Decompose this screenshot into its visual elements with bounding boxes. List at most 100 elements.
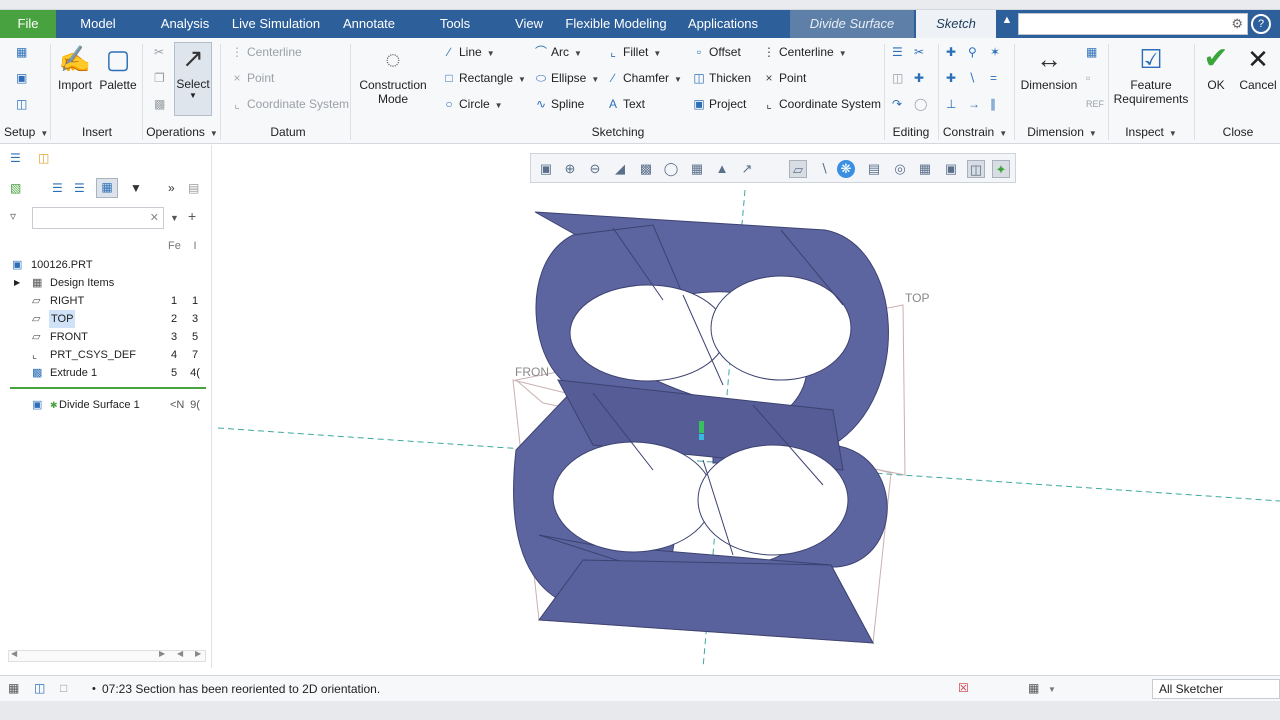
sketch-point-button[interactable]: × Point <box>762 70 806 86</box>
palette-button[interactable]: ▢ Palette <box>98 44 138 92</box>
tree-horizontal-scrollbar[interactable]: ◀ ▶ ◀ ▶ <box>8 649 206 662</box>
scroll-right-icon[interactable]: ▶ <box>195 649 201 658</box>
datum-point-button[interactable]: × Point <box>230 70 274 86</box>
coincident-constraint-icon[interactable]: → <box>968 96 980 112</box>
tab-view[interactable]: View <box>508 10 550 38</box>
reference-dimension-icon[interactable]: REF <box>1086 96 1104 112</box>
layer-icon[interactable]: ▧ <box>10 180 21 196</box>
find-icon[interactable]: ▦ <box>1028 680 1039 696</box>
datum-centerline-button[interactable]: ⋮ Centerline <box>230 44 302 60</box>
perimeter-icon[interactable]: ▫ <box>1086 70 1090 86</box>
tree-filter-input[interactable]: ✕ <box>32 207 164 229</box>
help-icon[interactable]: ? <box>1251 14 1271 34</box>
group-operations[interactable]: Operations ▼ <box>146 123 218 141</box>
tab-model[interactable]: Model <box>66 10 130 38</box>
construction-mode-button[interactable]: ◌ Construction Mode <box>356 44 430 106</box>
feature-requirements-button[interactable]: ☑ Feature Requirements <box>1112 44 1190 106</box>
dimension-button[interactable]: ↔ Dimension <box>1018 44 1080 92</box>
gear-icon[interactable]: ⚙ <box>1231 16 1243 32</box>
tab-analysis[interactable]: Analysis <box>152 10 218 38</box>
tab-annotate[interactable]: Annotate <box>336 10 402 38</box>
sketch-coordinate-system-button[interactable]: ⌞ Coordinate System <box>762 96 881 112</box>
sketch-setup-icon[interactable]: ▦ <box>16 44 27 60</box>
tree-row-top[interactable]: ▱ TOP 2 3 <box>0 310 208 328</box>
circle-button[interactable]: ○ Circle ▼ <box>442 96 502 114</box>
rectangle-button[interactable]: □ Rectangle ▼ <box>442 70 526 88</box>
scroll-left-icon[interactable]: ◀ <box>177 649 183 658</box>
command-search-input[interactable]: ⚙ <box>1018 13 1248 35</box>
tree-row-design-items[interactable]: ▶ ▦ Design Items <box>0 274 208 292</box>
full-screen-icon[interactable]: □ <box>60 680 67 696</box>
cut-icon[interactable]: ✂ <box>154 44 164 60</box>
group-constrain[interactable]: Constrain ▼ <box>942 123 1008 141</box>
tree-row-front[interactable]: ▱ FRONT 3 5 <box>0 328 208 346</box>
perpendicular-constraint-icon[interactable]: ⊥ <box>946 96 956 112</box>
group-dimension[interactable]: Dimension ▼ <box>1024 123 1100 141</box>
sketch-view-icon[interactable]: ◫ <box>16 96 27 112</box>
divide-icon[interactable]: ✚ <box>914 70 924 86</box>
tree-column-header[interactable]: Fe <box>168 237 181 255</box>
cancel-button[interactable]: ✕ Cancel <box>1236 44 1280 92</box>
tree-expand-icon[interactable]: ☰ <box>52 180 63 196</box>
tree-settings-icon[interactable]: ▼ <box>130 180 142 196</box>
paste-icon[interactable]: ▩ <box>154 96 165 112</box>
import-button[interactable]: ✍ Import <box>56 44 94 92</box>
scroll-left-icon[interactable]: ◀ <box>11 649 17 658</box>
clear-filter-icon[interactable]: ✕ <box>150 211 159 224</box>
folder-browser-icon[interactable]: ◫ <box>38 150 49 166</box>
expand-arrow-icon[interactable]: ▶ <box>14 274 20 292</box>
tab-live-simulation[interactable]: Live Simulation <box>228 10 324 38</box>
tangent-constraint-icon[interactable]: ⚲ <box>968 44 977 60</box>
model-tree-tab-icon[interactable]: ☰ <box>10 150 21 166</box>
vertical-constraint-icon[interactable]: ✚ <box>946 44 956 60</box>
tab-file[interactable]: File <box>0 10 56 38</box>
arc-button[interactable]: ⌒ Arc ▼ <box>534 44 582 62</box>
scroll-right-icon[interactable]: ▶ <box>159 649 165 658</box>
tab-applications[interactable]: Applications <box>680 10 766 38</box>
equal-constraint-icon[interactable]: = <box>990 70 997 86</box>
tree-columns-icon[interactable]: ▦ <box>96 178 118 198</box>
delete-segment-icon[interactable]: ✂ <box>914 44 924 60</box>
spline-button[interactable]: ∿ Spline <box>534 96 584 112</box>
tab-tools[interactable]: Tools <box>430 10 480 38</box>
double-chevron-right-icon[interactable]: » <box>168 180 175 196</box>
corner-icon[interactable]: ◯ <box>914 96 927 112</box>
chamfer-button[interactable]: ∕ Chamfer ▼ <box>606 70 682 88</box>
tree-row-right[interactable]: ▱ RIGHT 1 1 <box>0 292 208 310</box>
error-icon[interactable]: ☒ <box>958 680 969 696</box>
ok-button[interactable]: ✔ OK <box>1198 44 1234 93</box>
insert-indicator[interactable] <box>10 387 206 389</box>
browser-icon[interactable]: ◫ <box>34 680 45 696</box>
ellipse-button[interactable]: ⬭ Ellipse ▼ <box>534 70 599 88</box>
copy-icon[interactable]: ❐ <box>154 70 165 86</box>
tree-collapse-icon[interactable]: ☰ <box>74 180 85 196</box>
sketch-centerline-button[interactable]: ⋮ Centerline ▼ <box>762 44 847 62</box>
text-button[interactable]: A Text <box>606 96 645 112</box>
rotate-resize-icon[interactable]: ↷ <box>892 96 902 112</box>
tab-divide-surface[interactable]: Divide Surface <box>790 10 914 38</box>
mirror-icon[interactable]: ◫ <box>892 70 903 86</box>
filter-icon[interactable]: ▿ <box>10 208 16 224</box>
selection-filter-dropdown[interactable]: All Sketcher <box>1152 679 1280 699</box>
add-column-icon[interactable]: + <box>188 208 196 224</box>
tree-column-header[interactable]: I <box>188 237 202 255</box>
group-setup[interactable]: Setup ▼ <box>4 123 48 141</box>
graphics-area[interactable]: ▣ ⊕ ⊖ ◢ ▩ ◯ ▦ ▲ ↗ ▱ ∖ ❋ ▤ ◎ ▦ ▣ ◫ ✦ TOP … <box>213 145 1280 668</box>
collapse-ribbon-icon[interactable]: ▲ <box>1000 14 1014 32</box>
find-dropdown-icon[interactable]: ▼ <box>1048 682 1056 698</box>
midpoint-constraint-icon[interactable]: ∖ <box>968 70 976 86</box>
thicken-button[interactable]: ◫ Thicken <box>692 70 751 86</box>
filter-dropdown-icon[interactable]: ▼ <box>170 210 179 226</box>
tab-sketch[interactable]: Sketch <box>916 10 996 38</box>
show-tree-icon[interactable]: ▦ <box>8 680 19 696</box>
tree-row-divide-surface[interactable]: ▣ ✱ Divide Surface 1 <N 9( <box>0 396 208 414</box>
group-inspect[interactable]: Inspect ▼ <box>1116 123 1186 141</box>
select-button[interactable]: ↗ Select ▼ <box>174 42 212 116</box>
baseline-icon[interactable]: ▦ <box>1086 44 1097 60</box>
datum-coordinate-system-button[interactable]: ⌞ Coordinate System <box>230 96 349 112</box>
tree-row-root[interactable]: ▣ 100126.PRT <box>0 256 208 274</box>
show-icon[interactable]: ▤ <box>188 180 199 196</box>
parallel-constraint-icon[interactable]: ∥ <box>990 96 996 112</box>
tree-row-csys[interactable]: ⌞ PRT_CSYS_DEF 4 7 <box>0 346 208 364</box>
reference-icon[interactable]: ▣ <box>16 70 27 86</box>
